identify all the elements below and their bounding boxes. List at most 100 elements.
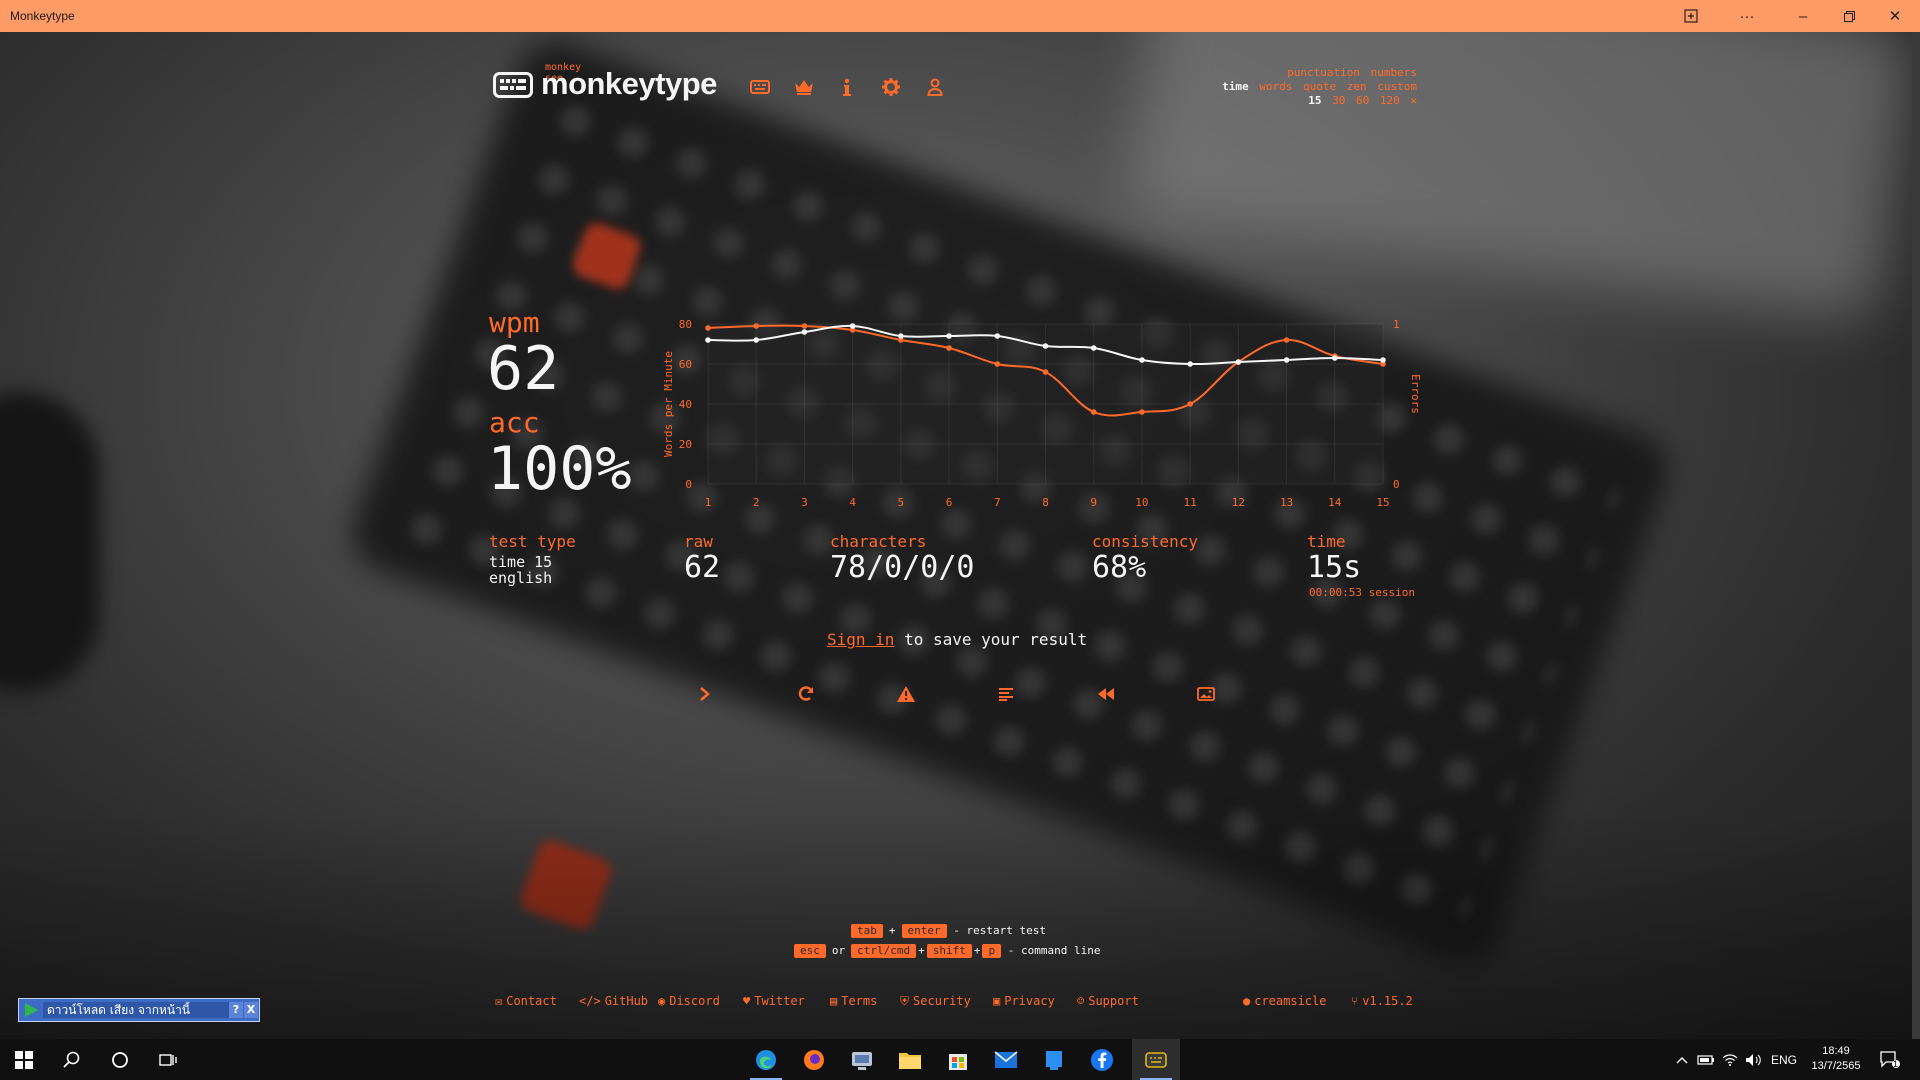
punctuation-toggle[interactable]: punctuation bbox=[1287, 66, 1360, 79]
input-language[interactable]: ENG bbox=[1771, 1039, 1797, 1080]
restore-button[interactable] bbox=[1826, 0, 1872, 32]
footer-version[interactable]: ⑂ v1.15.2 bbox=[1351, 994, 1413, 1008]
task-view-button[interactable] bbox=[144, 1039, 192, 1080]
store-app[interactable] bbox=[934, 1039, 982, 1080]
restart-test-button[interactable] bbox=[793, 682, 819, 706]
mode-words[interactable]: words bbox=[1259, 80, 1292, 93]
restore-icon bbox=[1843, 10, 1855, 22]
settings-icon[interactable] bbox=[879, 75, 903, 99]
bluestacks-app[interactable] bbox=[1030, 1039, 1078, 1080]
donate-icon: ☺ bbox=[1077, 994, 1085, 1008]
volume-control[interactable] bbox=[1745, 1039, 1761, 1080]
facebook-app[interactable] bbox=[1078, 1039, 1126, 1080]
custom-duration-tools-icon[interactable]: ✕ bbox=[1410, 94, 1417, 107]
monkeytype-icon bbox=[1145, 1051, 1167, 1068]
chart-point bbox=[1139, 357, 1145, 363]
tablet-icon bbox=[1046, 1050, 1062, 1070]
user-icon[interactable] bbox=[923, 75, 947, 99]
chart-point bbox=[946, 333, 952, 339]
chart-point bbox=[849, 323, 856, 329]
mode-time[interactable]: time bbox=[1222, 80, 1249, 93]
battery-status[interactable] bbox=[1697, 1039, 1715, 1080]
footer-privacy[interactable]: ▣ Privacy bbox=[993, 994, 1055, 1008]
chart-y2-tick-label: 1 bbox=[1393, 318, 1400, 331]
download-audio-widget: ดาวน์โหลด เสียง จากหน้านี้ ? X bbox=[18, 998, 260, 1022]
footer-security[interactable]: ⛨ Security bbox=[900, 994, 971, 1009]
numbers-toggle[interactable]: numbers bbox=[1371, 66, 1417, 79]
time-value: 15s bbox=[1307, 550, 1362, 585]
show-hidden-icons-button[interactable] bbox=[1676, 1039, 1688, 1080]
start-button[interactable] bbox=[0, 1039, 48, 1080]
signin-link[interactable]: Sign in bbox=[827, 630, 894, 649]
restart-shortcut-hint: tab + enter - restart test bbox=[851, 924, 1046, 938]
download-audio-button[interactable]: ดาวน์โหลด เสียง จากหน้านี้ bbox=[43, 1002, 233, 1018]
control-panel-app[interactable] bbox=[838, 1039, 886, 1080]
keyboard-icon[interactable] bbox=[748, 75, 772, 99]
chart-point bbox=[1283, 357, 1290, 363]
replay-button[interactable] bbox=[1093, 682, 1119, 706]
wpm-chart: 020406080011 2 3 4 5 6 7 8 9 10 11 12 13 14 15Words pe… bbox=[662, 318, 1422, 509]
mode-custom[interactable]: custom bbox=[1377, 80, 1417, 93]
app-icon-button[interactable] bbox=[1668, 0, 1714, 32]
info-icon[interactable] bbox=[835, 75, 859, 99]
play-icon[interactable] bbox=[25, 1003, 38, 1017]
discord-icon: ◉ bbox=[658, 994, 666, 1008]
save-screenshot-button[interactable] bbox=[1193, 682, 1219, 706]
edge-app[interactable] bbox=[742, 1039, 790, 1080]
session-time: 00:00:53 session bbox=[1309, 586, 1415, 599]
store-icon bbox=[949, 1053, 967, 1070]
duration-60[interactable]: 60 bbox=[1356, 94, 1369, 107]
footer-theme[interactable]: ● creamsicle bbox=[1243, 994, 1326, 1008]
monkeytype-app[interactable] bbox=[1132, 1039, 1180, 1080]
action-center-button[interactable]: 1 bbox=[1880, 1039, 1900, 1080]
logo-text: monkeytype bbox=[541, 66, 717, 101]
duration-15[interactable]: 15 bbox=[1308, 94, 1321, 107]
code-branch-icon: ⑂ bbox=[1351, 994, 1359, 1008]
wifi-status[interactable] bbox=[1722, 1039, 1738, 1080]
words-history-button[interactable] bbox=[993, 682, 1019, 706]
file-explorer-app[interactable] bbox=[886, 1039, 934, 1080]
cortana-icon bbox=[112, 1051, 128, 1068]
keyboard-logo-icon bbox=[493, 72, 533, 98]
mode-quote[interactable]: quote bbox=[1303, 80, 1336, 93]
search-button[interactable] bbox=[48, 1039, 96, 1080]
chart-point bbox=[1283, 337, 1290, 343]
chart-y-tick-label: 0 bbox=[685, 478, 692, 491]
chart-point bbox=[898, 333, 904, 339]
chart-y-tick-label: 80 bbox=[679, 318, 692, 331]
mode-zen[interactable]: zen bbox=[1347, 80, 1367, 93]
firefox-app[interactable] bbox=[790, 1039, 838, 1080]
close-widget-button[interactable]: X bbox=[244, 1002, 258, 1018]
p-key: p bbox=[982, 944, 1002, 958]
help-button[interactable]: ? bbox=[229, 1002, 243, 1018]
footer-terms[interactable]: ▤ Terms bbox=[830, 994, 877, 1008]
footer-contact[interactable]: ✉ Contact bbox=[495, 994, 557, 1008]
next-test-button[interactable] bbox=[692, 682, 718, 706]
consistency-value: 68% bbox=[1092, 550, 1147, 585]
clock[interactable]: 18:49 13/7/2565 bbox=[1800, 1044, 1872, 1074]
footer-support[interactable]: ☺ Support bbox=[1077, 994, 1139, 1008]
cortana-button[interactable] bbox=[96, 1039, 144, 1080]
more-options-button[interactable]: ··· bbox=[1724, 0, 1770, 32]
chart-y-axis-label: Words per Minute bbox=[662, 351, 675, 457]
footer-github[interactable]: </> GitHub bbox=[579, 994, 648, 1008]
search-icon bbox=[63, 1051, 80, 1068]
minimize-button[interactable]: – bbox=[1780, 0, 1826, 32]
mail-app[interactable] bbox=[982, 1039, 1030, 1080]
chart-point bbox=[801, 329, 808, 335]
chart-x-tick-label: 10 bbox=[1135, 496, 1148, 509]
chart-x-tick-label: 4 bbox=[849, 496, 856, 509]
time-label: time bbox=[1307, 532, 1346, 551]
page-scrollbar[interactable] bbox=[1912, 32, 1920, 1039]
backward-icon bbox=[1098, 688, 1114, 700]
footer-discord[interactable]: ◉ Discord bbox=[658, 994, 720, 1008]
duration-120[interactable]: 120 bbox=[1380, 94, 1400, 107]
report-button[interactable] bbox=[893, 682, 919, 706]
close-window-button[interactable]: ✕ bbox=[1872, 0, 1918, 32]
chart-y-tick-label: 20 bbox=[679, 438, 692, 451]
chart-x-tick-label: 11 bbox=[1184, 496, 1197, 509]
duration-30[interactable]: 30 bbox=[1332, 94, 1345, 107]
chart-point bbox=[705, 337, 711, 343]
footer-twitter[interactable]: ♥ Twitter bbox=[743, 994, 805, 1008]
crown-icon[interactable] bbox=[792, 75, 816, 99]
